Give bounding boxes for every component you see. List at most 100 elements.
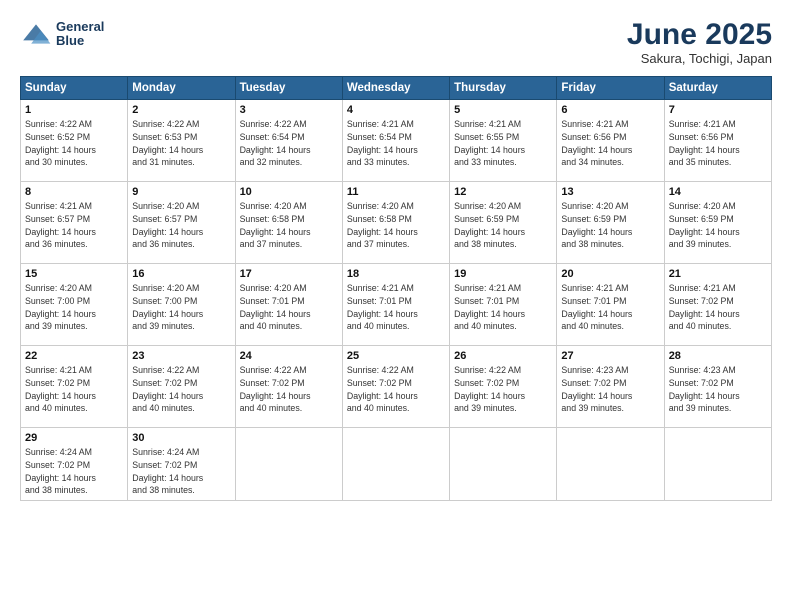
day-info: Sunrise: 4:22 AM Sunset: 7:02 PM Dayligh… bbox=[240, 364, 338, 415]
day-number: 8 bbox=[25, 186, 123, 198]
calendar-cell: 30 Sunrise: 4:24 AM Sunset: 7:02 PM Dayli… bbox=[128, 428, 235, 501]
day-number: 17 bbox=[240, 268, 338, 280]
day-info: Sunrise: 4:20 AM Sunset: 6:59 PM Dayligh… bbox=[669, 200, 767, 251]
day-of-week-header: Wednesday bbox=[342, 77, 449, 100]
logo-line2: Blue bbox=[56, 34, 104, 48]
calendar-cell: 15Sunrise: 4:20 AM Sunset: 7:00 PM Dayli… bbox=[21, 264, 128, 346]
calendar-cell: 4 Sunrise: 4:21 AM Sunset: 6:54 PM Daylig… bbox=[342, 100, 449, 182]
day-info: Sunrise: 4:21 AM Sunset: 6:57 PM Dayligh… bbox=[25, 200, 123, 251]
day-number: 15 bbox=[25, 268, 123, 280]
calendar-cell: 22 Sunrise: 4:21 AM Sunset: 7:02 PM Dayli… bbox=[21, 346, 128, 428]
day-number: 12 bbox=[454, 186, 552, 198]
calendar-cell: 28Sunrise: 4:23 AM Sunset: 7:02 PM Dayli… bbox=[664, 346, 771, 428]
logo: General Blue bbox=[20, 18, 104, 50]
calendar-week-row: 22 Sunrise: 4:21 AM Sunset: 7:02 PM Dayli… bbox=[21, 346, 772, 428]
day-info: Sunrise: 4:21 AM Sunset: 6:54 PM Dayligh… bbox=[347, 118, 445, 169]
calendar-week-row: 15 Sunrise: 4:20 AM Sunset: 7:00 PM Dayli… bbox=[21, 264, 772, 346]
calendar-week-row: 8 Sunrise: 4:21 AM Sunset: 6:57 PM Daylig… bbox=[21, 182, 772, 264]
day-of-week-header: Saturday bbox=[664, 77, 771, 100]
day-info: Sunrise: 4:20 AM Sunset: 7:00 PM Dayligh… bbox=[132, 282, 230, 333]
calendar-cell: 6 Sunrise: 4:21 AM Sunset: 6:56 PM Daylig… bbox=[557, 100, 664, 182]
day-number: 4 bbox=[347, 104, 445, 116]
day-info: Sunrise: 4:20 AM Sunset: 6:58 PM Dayligh… bbox=[240, 200, 338, 251]
day-info: Sunrise: 4:23 AM Sunset: 7:02 PM Dayligh… bbox=[561, 364, 659, 415]
calendar-cell: 12 Sunrise: 4:20 AM Sunset: 6:59 PM Dayli… bbox=[450, 182, 557, 264]
day-info: Sunrise: 4:21 AM Sunset: 7:01 PM Dayligh… bbox=[454, 282, 552, 333]
day-number: 18 bbox=[347, 268, 445, 280]
day-number: 16 bbox=[132, 268, 230, 280]
month-title: June 2025 bbox=[627, 18, 772, 51]
day-info: Sunrise: 4:20 AM Sunset: 6:58 PM Dayligh… bbox=[347, 200, 445, 251]
day-info: Sunrise: 4:20 AM Sunset: 6:59 PM Dayligh… bbox=[454, 200, 552, 251]
day-number: 6 bbox=[561, 104, 659, 116]
day-info: Sunrise: 4:21 AM Sunset: 7:02 PM Dayligh… bbox=[25, 364, 123, 415]
calendar-week-row: 1 Sunrise: 4:22 AM Sunset: 6:52 PM Daylig… bbox=[21, 100, 772, 182]
day-number: 5 bbox=[454, 104, 552, 116]
calendar-cell: 25 Sunrise: 4:22 AM Sunset: 7:02 PM Dayli… bbox=[342, 346, 449, 428]
calendar: SundayMondayTuesdayWednesdayThursdayFrid… bbox=[20, 76, 772, 501]
calendar-cell bbox=[664, 428, 771, 501]
calendar-cell: 27 Sunrise: 4:23 AM Sunset: 7:02 PM Dayli… bbox=[557, 346, 664, 428]
day-of-week-header: Tuesday bbox=[235, 77, 342, 100]
calendar-cell: 7 Sunrise: 4:21 AM Sunset: 6:56 PM Daylig… bbox=[664, 100, 771, 182]
day-number: 2 bbox=[132, 104, 230, 116]
calendar-cell bbox=[557, 428, 664, 501]
day-of-week-header: Monday bbox=[128, 77, 235, 100]
calendar-cell: 17Sunrise: 4:20 AM Sunset: 7:01 PM Dayli… bbox=[235, 264, 342, 346]
calendar-cell: 2 Sunrise: 4:22 AM Sunset: 6:53 PM Daylig… bbox=[128, 100, 235, 182]
calendar-cell bbox=[450, 428, 557, 501]
calendar-cell: 21 Sunrise: 4:21 AM Sunset: 7:02 PM Dayli… bbox=[664, 264, 771, 346]
logo-text: General Blue bbox=[56, 20, 104, 49]
day-info: Sunrise: 4:24 AM Sunset: 7:02 PM Dayligh… bbox=[132, 446, 230, 497]
day-of-week-header: Sunday bbox=[21, 77, 128, 100]
day-number: 21 bbox=[669, 268, 767, 280]
day-of-week-header: Thursday bbox=[450, 77, 557, 100]
day-info: Sunrise: 4:22 AM Sunset: 6:52 PM Dayligh… bbox=[25, 118, 123, 169]
calendar-cell: 8 Sunrise: 4:21 AM Sunset: 6:57 PM Daylig… bbox=[21, 182, 128, 264]
day-info: Sunrise: 4:21 AM Sunset: 7:01 PM Dayligh… bbox=[561, 282, 659, 333]
day-number: 22 bbox=[25, 350, 123, 362]
calendar-cell bbox=[235, 428, 342, 501]
day-number: 14 bbox=[669, 186, 767, 198]
day-number: 29 bbox=[25, 432, 123, 444]
day-info: Sunrise: 4:23 AM Sunset: 7:02 PM Dayligh… bbox=[669, 364, 767, 415]
calendar-cell: 1 Sunrise: 4:22 AM Sunset: 6:52 PM Daylig… bbox=[21, 100, 128, 182]
day-info: Sunrise: 4:21 AM Sunset: 6:56 PM Dayligh… bbox=[669, 118, 767, 169]
day-number: 27 bbox=[561, 350, 659, 362]
day-number: 23 bbox=[132, 350, 230, 362]
day-number: 13 bbox=[561, 186, 659, 198]
day-info: Sunrise: 4:24 AM Sunset: 7:02 PM Dayligh… bbox=[25, 446, 123, 497]
calendar-cell: 5 Sunrise: 4:21 AM Sunset: 6:55 PM Daylig… bbox=[450, 100, 557, 182]
calendar-week-row: 29 Sunrise: 4:24 AM Sunset: 7:02 PM Dayli… bbox=[21, 428, 772, 501]
day-info: Sunrise: 4:20 AM Sunset: 6:57 PM Dayligh… bbox=[132, 200, 230, 251]
logo-line1: General bbox=[56, 20, 104, 34]
subtitle: Sakura, Tochigi, Japan bbox=[627, 51, 772, 66]
calendar-cell: 10 Sunrise: 4:20 AM Sunset: 6:58 PM Dayli… bbox=[235, 182, 342, 264]
day-number: 9 bbox=[132, 186, 230, 198]
day-number: 10 bbox=[240, 186, 338, 198]
day-info: Sunrise: 4:22 AM Sunset: 6:54 PM Dayligh… bbox=[240, 118, 338, 169]
calendar-cell: 20 Sunrise: 4:21 AM Sunset: 7:01 PM Dayli… bbox=[557, 264, 664, 346]
calendar-cell: 13 Sunrise: 4:20 AM Sunset: 6:59 PM Dayli… bbox=[557, 182, 664, 264]
day-info: Sunrise: 4:20 AM Sunset: 6:59 PM Dayligh… bbox=[561, 200, 659, 251]
calendar-cell: 3Sunrise: 4:22 AM Sunset: 6:54 PM Daylig… bbox=[235, 100, 342, 182]
day-number: 19 bbox=[454, 268, 552, 280]
day-number: 20 bbox=[561, 268, 659, 280]
logo-icon bbox=[20, 18, 52, 50]
day-info: Sunrise: 4:21 AM Sunset: 6:56 PM Dayligh… bbox=[561, 118, 659, 169]
day-number: 25 bbox=[347, 350, 445, 362]
calendar-cell: 9 Sunrise: 4:20 AM Sunset: 6:57 PM Daylig… bbox=[128, 182, 235, 264]
calendar-cell: 14 Sunrise: 4:20 AM Sunset: 6:59 PM Dayli… bbox=[664, 182, 771, 264]
day-info: Sunrise: 4:21 AM Sunset: 7:02 PM Dayligh… bbox=[669, 282, 767, 333]
day-number: 11 bbox=[347, 186, 445, 198]
day-of-week-header: Friday bbox=[557, 77, 664, 100]
day-info: Sunrise: 4:22 AM Sunset: 7:02 PM Dayligh… bbox=[347, 364, 445, 415]
day-info: Sunrise: 4:22 AM Sunset: 6:53 PM Dayligh… bbox=[132, 118, 230, 169]
day-number: 30 bbox=[132, 432, 230, 444]
calendar-cell: 11 Sunrise: 4:20 AM Sunset: 6:58 PM Dayli… bbox=[342, 182, 449, 264]
header: General Blue June 2025 Sakura, Tochigi, … bbox=[20, 18, 772, 66]
day-number: 7 bbox=[669, 104, 767, 116]
day-number: 1 bbox=[25, 104, 123, 116]
day-info: Sunrise: 4:21 AM Sunset: 6:55 PM Dayligh… bbox=[454, 118, 552, 169]
day-info: Sunrise: 4:21 AM Sunset: 7:01 PM Dayligh… bbox=[347, 282, 445, 333]
